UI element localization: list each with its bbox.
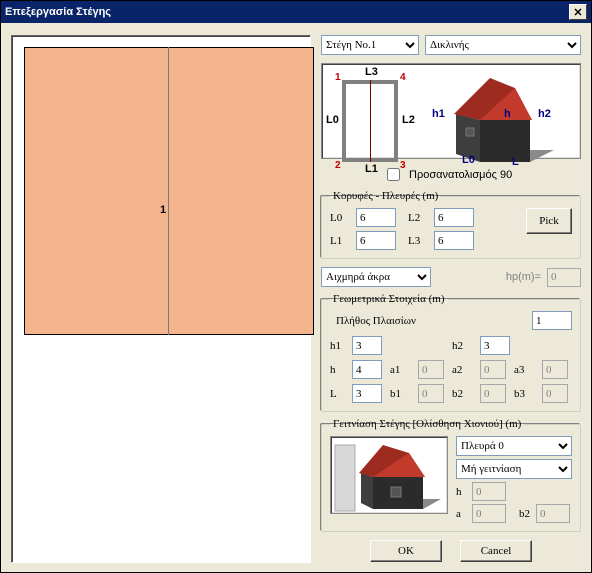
geometry-group: Γεωμετρικά Στοιχεία (m) Πλήθος Πλαισίων … [321,293,581,412]
hp-label: hp(m)= [506,271,541,283]
l3-label: L3 [408,235,426,247]
sides-legend: Κορυφές - Πλευρές (m) [330,190,441,202]
h2-label: h2 [452,340,476,352]
b3-label: b3 [514,388,538,400]
h1-input[interactable] [352,336,382,355]
diagram-ll0-label: L0 [462,154,475,166]
edges-select[interactable]: Αιχμηρά άκρα [321,267,431,287]
l0-label: L0 [330,212,348,224]
roof-diagram: 1 4 2 3 L3 L1 L0 L2 h1 h h2 [321,63,581,159]
diagram-l1-label: L1 [365,163,378,175]
frames-count-input[interactable] [532,311,572,330]
diagram-h2-label: h2 [538,108,551,120]
roof-preview-canvas: 1 [11,35,311,563]
neighbor-house-icon [331,437,449,515]
diagram-h-label: h [504,108,511,120]
L-label2: L [330,388,348,400]
h-label2: h [330,364,348,376]
frames-count-label: Πλήθος Πλαισίων [330,315,426,327]
pick-button[interactable]: Pick [526,208,572,234]
neighbor-a-label: a [456,508,466,520]
hp-input [547,268,581,287]
diagram-l0-label: L0 [326,114,339,126]
neighbor-side-select[interactable]: Πλευρά 0 [456,436,572,456]
roof-type-select[interactable]: Δικλινής [425,35,581,55]
a3-label: a3 [514,364,538,376]
sides-group: Κορυφές - Πλευρές (m) L0 L2 L1 L3 Pick [321,190,581,259]
close-icon: ✕ [573,6,582,19]
a1-input [418,360,444,379]
diagram-ll-label: L [512,156,519,168]
l2-label: L2 [408,212,426,224]
neighbor-diagram [330,436,448,514]
neighbor-group: Γειτνίαση Στέγης [Ολίσθηση Χιονιού] (m) [321,418,581,532]
neighbor-b2-input [536,504,570,523]
l0-input[interactable] [356,208,396,227]
geometry-legend: Γεωμετρικά Στοιχεία (m) [330,293,448,305]
diagram-ridge-line [370,80,371,162]
diagram-corner-4: 4 [400,72,406,83]
b1-input [418,384,444,403]
l1-input[interactable] [356,231,396,250]
roof-select[interactable]: Στέγη No.1 [321,35,419,55]
cancel-button[interactable]: Cancel [460,540,532,562]
roof-index-label: 1 [160,204,166,216]
b1-label: b1 [390,388,414,400]
h-input[interactable] [352,360,382,379]
neighbor-b2-label: b2 [512,508,530,520]
b2-input [480,384,506,403]
a1-label: a1 [390,364,414,376]
diagram-corner-3: 3 [400,160,406,171]
titlebar: Επεξεργασία Στέγης ✕ [1,1,591,23]
diagram-corner-1: 1 [335,72,341,83]
h1-label: h1 [330,340,348,352]
b2-label: b2 [452,388,476,400]
l1-label: L1 [330,235,348,247]
neighbor-a-input [472,504,506,523]
diagram-l3-label: L3 [365,66,378,78]
diagram-l2-label: L2 [402,114,415,126]
neighbor-legend: Γειτνίαση Στέγης [Ολίσθηση Χιονιού] (m) [330,418,524,430]
a2-input [480,360,506,379]
L-input[interactable] [352,384,382,403]
a2-label: a2 [452,364,476,376]
l3-input[interactable] [434,231,474,250]
diagram-house-icon [430,70,560,174]
diagram-corner-2: 2 [335,160,341,171]
ok-button[interactable]: OK [370,540,442,562]
neighbor-h-input [472,482,506,501]
diagram-h1-label: h1 [432,108,445,120]
roof-ridge-line [168,47,169,335]
l2-input[interactable] [434,208,474,227]
h2-input[interactable] [480,336,510,355]
orientation-90-checkbox[interactable] [387,168,400,181]
b3-input [542,384,568,403]
a3-input [542,360,568,379]
roof-plan-shape [24,47,314,335]
roof-edit-dialog: Επεξεργασία Στέγης ✕ 1 Στέγη No.1 Δικλιν… [0,0,592,573]
neighbor-h-label: h [456,486,466,498]
close-button[interactable]: ✕ [569,4,587,20]
neighbor-mode-select[interactable]: Μή γειτνίαση [456,459,572,479]
dialog-title: Επεξεργασία Στέγης [5,6,569,18]
